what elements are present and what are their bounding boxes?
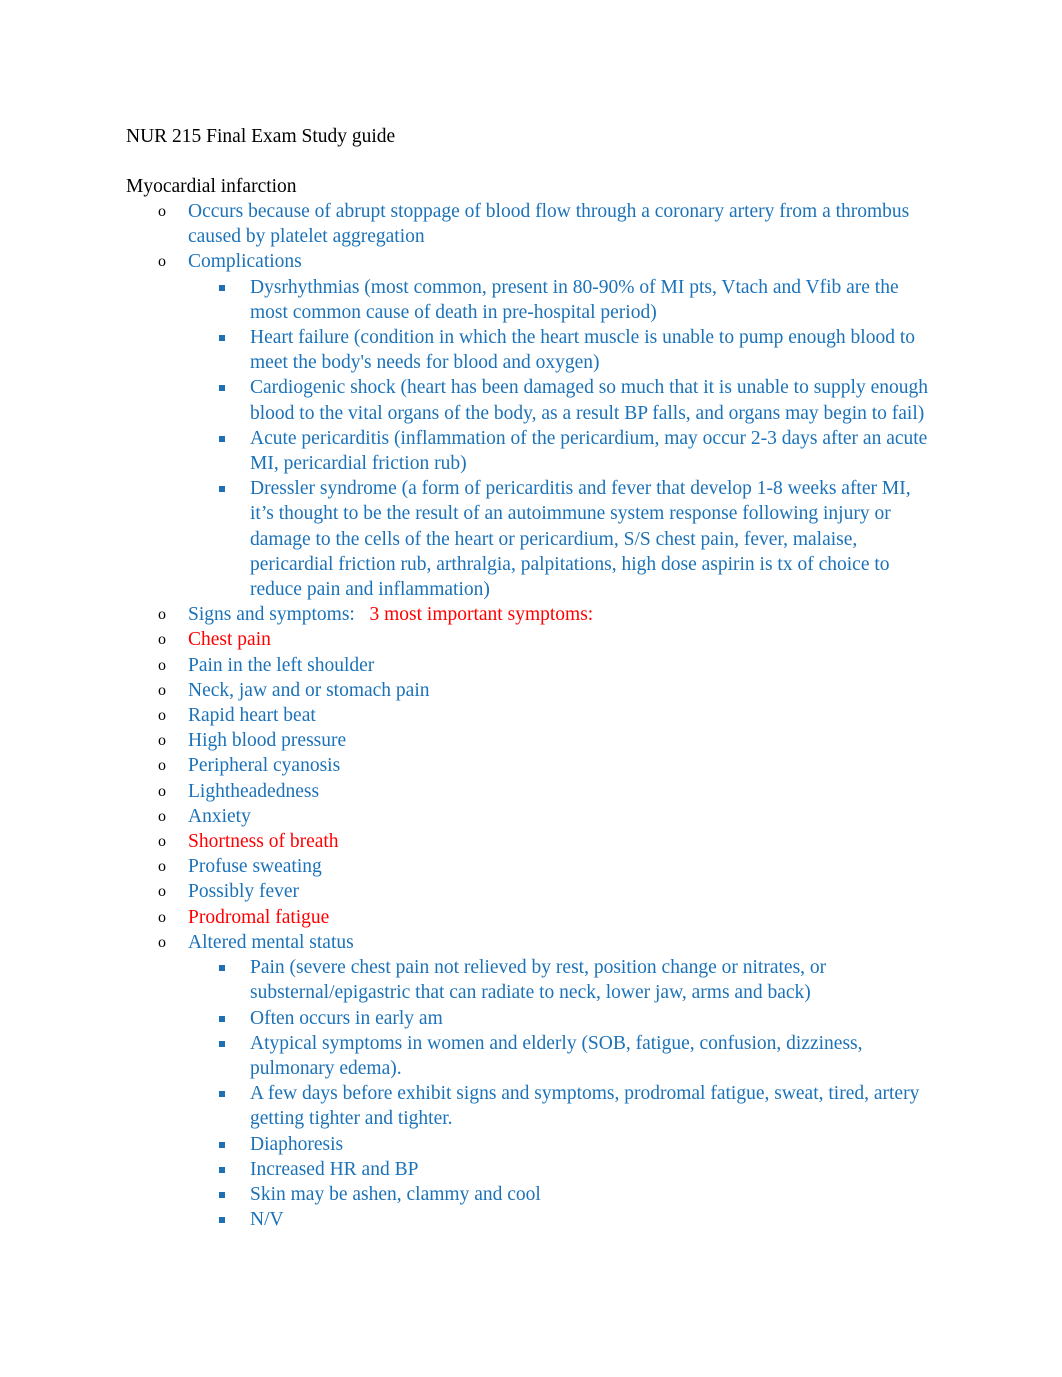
bullet-square-icon [219,1015,225,1022]
section-heading-myocardial-infarction: Myocardial infarction [126,176,297,197]
list-item-symptom-possibly-fever: o Possibly fever [126,879,936,904]
list-item-label: Rapid heart beat [188,705,316,727]
signs-and-symptoms-label: Signs and symptoms: [188,604,355,626]
outline-level1-list: o Occurs because of abrupt stoppage of b… [126,199,936,1232]
bullet-square-icon [219,335,225,342]
list-item-cardiogenic-shock: Cardiogenic shock (heart has been damage… [126,375,936,425]
list-item-symptom-neck-jaw-stomach-pain: o Neck, jaw and or stomach pain [126,678,936,703]
list-item-label: Lightheadedness [188,780,320,802]
bullet-o-icon: o [158,203,166,220]
bullet-square-icon [219,1166,225,1173]
list-item-detail-nausea-vomiting: N/V [126,1207,936,1232]
list-item-label: Possibly fever [188,881,300,903]
bullet-square-icon [219,284,225,291]
list-item-complications: o Complications [126,249,936,274]
list-item-label: Peripheral cyanosis [188,755,341,777]
bullet-square-icon [219,435,225,442]
bullet-o-icon: o [158,807,166,825]
signs-and-symptoms-note: 3 most important symptoms: [369,604,594,626]
bullet-o-icon: o [158,606,166,624]
list-item-detail-pain: Pain (severe chest pain not relieved by … [126,955,936,1005]
bullet-square-icon [219,1091,225,1098]
list-item-label: Diaphoresis [250,1133,344,1155]
list-item-occurs: o Occurs because of abrupt stoppage of b… [126,199,936,249]
list-item-label: Often occurs in early am [250,1007,443,1029]
list-item-label: Shortness of breath [188,831,339,853]
list-item-label: Neck, jaw and or stomach pain [188,679,430,701]
list-item-label: Skin may be ashen, clammy and cool [250,1183,541,1205]
bullet-o-icon: o [158,656,166,674]
list-item-symptom-anxiety: o Anxiety [126,804,936,829]
list-item-label: A few days before exhibit signs and symp… [250,1083,920,1130]
document-title: NUR 215 Final Exam Study guide [126,126,396,147]
list-item-symptom-shortness-of-breath: o Shortness of breath [126,829,936,854]
list-item-symptom-lightheadedness: o Lightheadedness [126,779,936,804]
symptom-details-sublist: Pain (severe chest pain not relieved by … [126,955,936,1232]
list-item-label: Chest pain [188,629,271,651]
list-item-detail-early-am: Often occurs in early am [126,1006,936,1031]
bullet-square-icon [219,1141,225,1148]
list-item-label: High blood pressure [188,730,347,752]
bullet-o-icon: o [158,883,166,901]
list-item-detail-few-days-before: A few days before exhibit signs and symp… [126,1081,936,1131]
bullet-o-icon: o [158,833,166,851]
bullet-o-icon: o [158,253,166,271]
list-item-label: N/V [250,1209,284,1231]
list-item-symptom-high-blood-pressure: o High blood pressure [126,728,936,753]
list-item-detail-atypical-symptoms: Atypical symptoms in women and elderly (… [126,1031,936,1081]
list-item-acute-pericarditis: Acute pericarditis (inflammation of the … [126,426,936,476]
list-item-symptom-altered-mental-status: o Altered mental status [126,930,936,955]
list-item-label: Cardiogenic shock (heart has been damage… [250,377,928,424]
list-item-detail-skin-ashen: Skin may be ashen, clammy and cool [126,1182,936,1207]
document-page: NUR 215 Final Exam Study guide Myocardia… [0,0,1062,1377]
bullet-square-icon [219,486,225,493]
bullet-o-icon: o [158,908,166,926]
bullet-o-icon: o [158,631,166,649]
list-item-label: Pain (severe chest pain not relieved by … [250,957,827,1004]
list-item-label: Prodromal fatigue [188,906,330,928]
bullet-o-icon: o [158,782,166,800]
bullet-o-icon: o [158,681,166,699]
list-item-label: Increased HR and BP [250,1158,419,1180]
bullet-o-icon: o [158,933,166,951]
list-item-symptom-chest-pain: o Chest pain [126,627,936,652]
list-item-detail-diaphoresis: Diaphoresis [126,1132,936,1157]
bullet-square-icon [219,1217,225,1224]
bullet-o-icon: o [158,732,166,750]
list-item-symptom-left-shoulder-pain: o Pain in the left shoulder [126,653,936,678]
bullet-o-icon: o [158,858,166,876]
list-item-label: Acute pericarditis (inflammation of the … [250,427,928,475]
list-item-label: Pain in the left shoulder [188,654,375,676]
list-item-detail-increased-hr-bp: Increased HR and BP [126,1157,936,1182]
list-item-dressler-syndrome: Dressler syndrome (a form of pericarditi… [126,476,936,602]
bullet-square-icon [219,385,225,392]
list-item-label: Anxiety [188,805,251,827]
list-item-symptom-profuse-sweating: o Profuse sweating [126,854,936,879]
list-item-label: Heart failure (condition in which the he… [250,327,915,374]
complications-sublist: Dysrhythmias (most common, present in 80… [126,275,936,603]
bullet-o-icon: o [158,757,166,775]
list-item-label: Profuse sweating [188,856,322,878]
list-item-symptom-peripheral-cyanosis: o Peripheral cyanosis [126,753,936,778]
bullet-square-icon [219,965,225,972]
list-item-symptom-rapid-heart-beat: o Rapid heart beat [126,703,936,728]
bullet-o-icon: o [158,707,166,725]
list-item-dysrhythmias: Dysrhythmias (most common, present in 80… [126,275,936,325]
list-item-signs-and-symptoms: o Signs and symptoms: 3 most important s… [126,602,936,627]
list-item-label: Altered mental status [188,931,354,953]
list-item-label: Dysrhythmias (most common, present in 80… [250,276,899,323]
title-spacer [126,149,936,174]
list-item-label: Occurs because of abrupt stoppage of blo… [188,201,910,248]
bullet-square-icon [219,1040,225,1047]
list-item-heart-failure: Heart failure (condition in which the he… [126,325,936,375]
list-item-symptom-prodromal-fatigue: o Prodromal fatigue [126,905,936,930]
list-item-label: Complications [188,251,302,273]
list-item-label: Dressler syndrome (a form of pericarditi… [250,478,911,601]
list-item-label: Atypical symptoms in women and elderly (… [250,1032,863,1079]
bullet-square-icon [219,1191,225,1198]
